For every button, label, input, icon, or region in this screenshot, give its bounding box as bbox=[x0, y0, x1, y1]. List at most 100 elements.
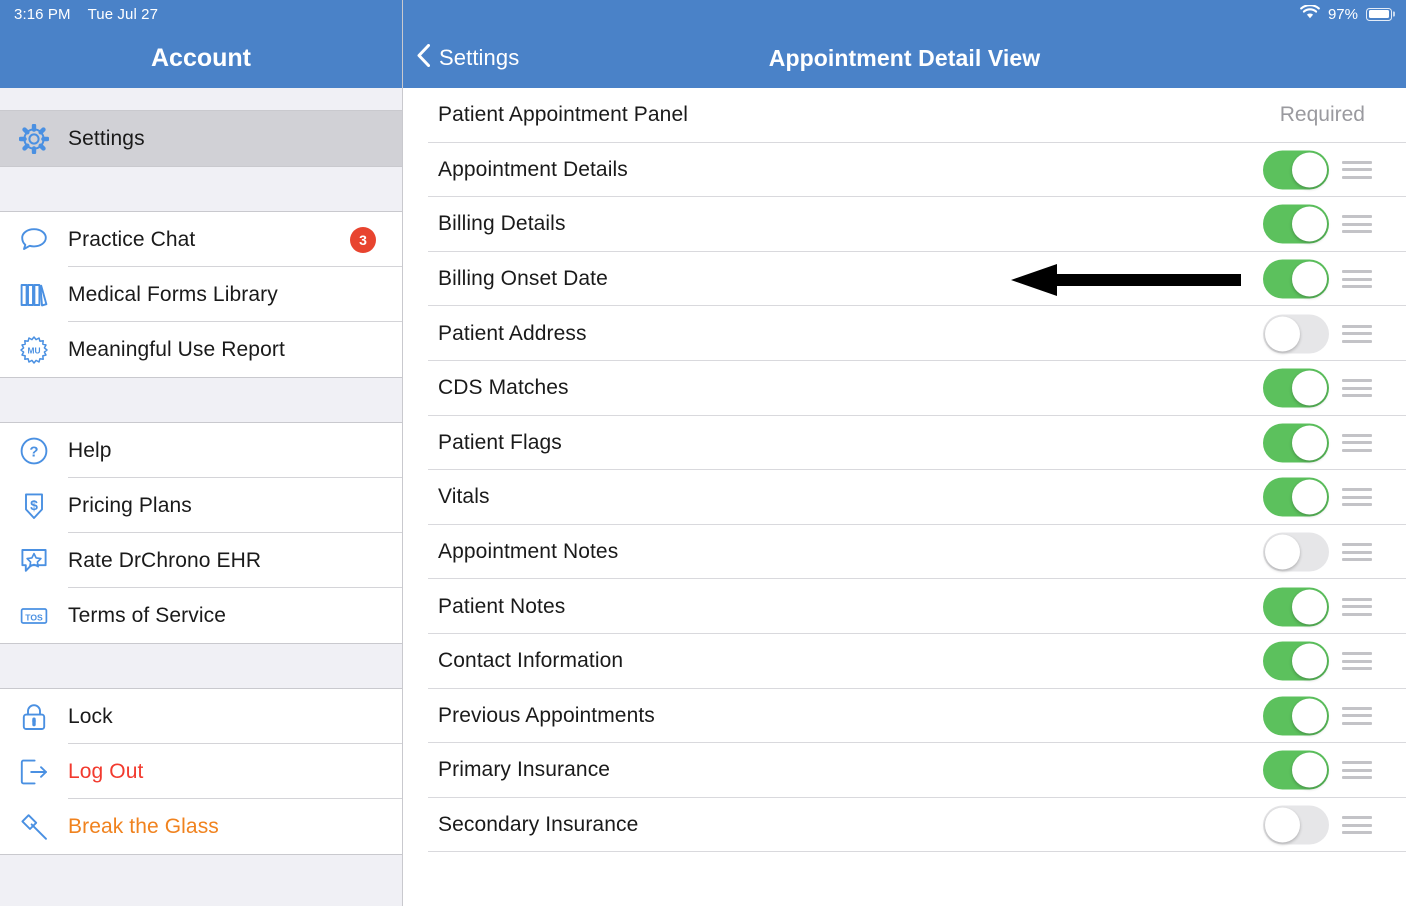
books-icon bbox=[14, 278, 54, 312]
toggle-switch-appointment-details[interactable] bbox=[1263, 150, 1329, 190]
drag-handle-primary-insurance[interactable] bbox=[1342, 761, 1372, 780]
toggle-switch-contact-information[interactable] bbox=[1263, 641, 1329, 681]
separator bbox=[428, 851, 1406, 853]
toggle-switch-billing-details[interactable] bbox=[1263, 204, 1329, 244]
sidebar-item-medical-forms-library[interactable]: Medical Forms Library bbox=[0, 267, 402, 322]
sidebar-gap bbox=[0, 167, 402, 211]
svg-text:TOS: TOS bbox=[25, 612, 43, 622]
list-row-billing-details[interactable]: Billing Details bbox=[403, 197, 1406, 252]
tos-icon: TOS bbox=[14, 599, 54, 633]
list-row-vitals[interactable]: Vitals bbox=[403, 470, 1406, 525]
toggle-switch-primary-insurance[interactable] bbox=[1263, 750, 1329, 790]
hammer-icon bbox=[14, 810, 54, 844]
battery-icon bbox=[1366, 7, 1392, 21]
sidebar-item-settings[interactable]: Settings bbox=[0, 111, 402, 166]
list-row-primary-insurance[interactable]: Primary Insurance bbox=[403, 743, 1406, 798]
ipad-split-view: 3:16 PM Tue Jul 27 Account Settings Prac… bbox=[0, 0, 1406, 906]
list-row-previous-appointments[interactable]: Previous Appointments bbox=[403, 688, 1406, 744]
drag-handle-patient-address[interactable] bbox=[1342, 324, 1372, 343]
toggle-switch-vitals[interactable] bbox=[1263, 477, 1329, 517]
sidebar-item-label: Log Out bbox=[68, 759, 144, 783]
sidebar-item-label: Meaningful Use Report bbox=[68, 337, 285, 361]
list-row-patient-flags[interactable]: Patient Flags bbox=[403, 415, 1406, 471]
svg-text:MU: MU bbox=[27, 345, 40, 355]
sidebar-item-label: Break the Glass bbox=[68, 814, 219, 838]
page-title: Appointment Detail View bbox=[768, 44, 1041, 71]
main-panel: 97% Settings Appointment Detail View Pat… bbox=[403, 0, 1406, 906]
sidebar-item-break-the-glass[interactable]: Break the Glass bbox=[0, 799, 402, 854]
sidebar-gap bbox=[0, 88, 402, 110]
drag-handle-secondary-insurance[interactable] bbox=[1342, 816, 1372, 835]
question-circle-icon: ? bbox=[14, 434, 54, 468]
sidebar-item-log-out[interactable]: Log Out bbox=[0, 744, 402, 799]
drag-handle-patient-notes[interactable] bbox=[1342, 597, 1372, 616]
sidebar-item-pricing-plans[interactable]: $ Pricing Plans bbox=[0, 478, 402, 533]
drag-handle-appointment-notes[interactable] bbox=[1342, 543, 1372, 562]
status-date: Tue Jul 27 bbox=[87, 5, 159, 23]
drag-handle-billing-details[interactable] bbox=[1342, 215, 1372, 234]
list-row-patient-notes[interactable]: Patient Notes bbox=[403, 579, 1406, 634]
drag-handle-appointment-details[interactable] bbox=[1342, 160, 1372, 179]
row-label: Appointment Notes bbox=[438, 540, 619, 564]
logout-arrow-icon bbox=[14, 755, 54, 789]
settings-list: Patient Appointment Panel Required Appoin… bbox=[403, 88, 1406, 853]
toggle-knob bbox=[1292, 589, 1327, 625]
required-label: Required bbox=[1279, 103, 1365, 127]
drag-handle-contact-information[interactable] bbox=[1342, 652, 1372, 671]
toggle-switch-billing-onset-date[interactable] bbox=[1263, 259, 1329, 299]
drag-handle-patient-flags[interactable] bbox=[1342, 433, 1372, 452]
toggle-knob bbox=[1292, 261, 1327, 297]
toggle-switch-patient-notes[interactable] bbox=[1263, 587, 1329, 627]
toggle-switch-previous-appointments[interactable] bbox=[1263, 696, 1329, 736]
sidebar-item-label: Pricing Plans bbox=[68, 493, 192, 517]
sidebar-item-meaningful-use-report[interactable]: MU Meaningful Use Report bbox=[0, 322, 402, 377]
sidebar-item-label: Medical Forms Library bbox=[68, 282, 278, 306]
row-label: Primary Insurance bbox=[438, 758, 611, 782]
chat-bubble-icon bbox=[14, 223, 54, 257]
toggle-switch-secondary-insurance[interactable] bbox=[1263, 805, 1329, 845]
status-time: 3:16 PM bbox=[14, 5, 71, 23]
lock-icon bbox=[14, 700, 54, 734]
list-row-billing-onset-date[interactable]: Billing Onset Date bbox=[403, 251, 1406, 307]
list-row-secondary-insurance[interactable]: Secondary Insurance bbox=[403, 797, 1406, 853]
row-label: CDS Matches bbox=[438, 376, 569, 400]
sidebar-item-label: Rate DrChrono EHR bbox=[68, 548, 262, 572]
sidebar-item-rate-drchrono-ehr[interactable]: Rate DrChrono EHR bbox=[0, 533, 402, 588]
row-label: Contact Information bbox=[438, 649, 624, 673]
toggle-switch-patient-address[interactable] bbox=[1263, 314, 1329, 354]
sidebar-footer-space bbox=[0, 855, 402, 897]
sidebar-gap bbox=[0, 644, 402, 688]
list-row-appointment-details[interactable]: Appointment Details bbox=[403, 142, 1406, 198]
row-label: Secondary Insurance bbox=[438, 813, 639, 837]
toggle-knob bbox=[1292, 643, 1327, 679]
row-label: Vitals bbox=[438, 485, 490, 509]
list-row-cds-matches[interactable]: CDS Matches bbox=[403, 360, 1406, 416]
toggle-switch-cds-matches[interactable] bbox=[1263, 368, 1329, 408]
drag-handle-billing-onset-date[interactable] bbox=[1342, 270, 1372, 289]
sidebar-title: Account bbox=[151, 43, 251, 72]
toggle-knob bbox=[1292, 752, 1327, 788]
sidebar-group: Settings bbox=[0, 110, 402, 167]
drag-handle-vitals[interactable] bbox=[1342, 488, 1372, 507]
list-row-contact-information[interactable]: Contact Information bbox=[403, 633, 1406, 689]
sidebar-item-lock[interactable]: Lock bbox=[0, 689, 402, 744]
toggle-knob bbox=[1265, 807, 1300, 843]
toggle-switch-appointment-notes[interactable] bbox=[1263, 532, 1329, 572]
unread-badge: 3 bbox=[350, 226, 376, 253]
sidebar-item-label: Terms of Service bbox=[68, 603, 226, 627]
sidebar-body: Settings Practice Chat 3 Medical Forms L… bbox=[0, 88, 402, 897]
sidebar-item-practice-chat[interactable]: Practice Chat 3 bbox=[0, 212, 402, 267]
sidebar-item-terms-of-service[interactable]: TOS Terms of Service bbox=[0, 588, 402, 643]
drag-handle-cds-matches[interactable] bbox=[1342, 379, 1372, 398]
sidebar-item-help[interactable]: ? Help bbox=[0, 423, 402, 478]
toggle-knob bbox=[1292, 425, 1327, 461]
toggle-switch-patient-flags[interactable] bbox=[1263, 423, 1329, 463]
toggle-knob bbox=[1265, 534, 1300, 570]
battery-percent: 97% bbox=[1327, 5, 1358, 23]
row-label: Billing Onset Date bbox=[438, 267, 608, 291]
sidebar-item-label: Help bbox=[68, 438, 112, 462]
list-row-patient-address[interactable]: Patient Address bbox=[403, 306, 1406, 361]
list-row-appointment-notes[interactable]: Appointment Notes bbox=[403, 524, 1406, 580]
drag-handle-previous-appointments[interactable] bbox=[1342, 706, 1372, 725]
list-row-patient-appointment-panel[interactable]: Patient Appointment Panel Required bbox=[403, 88, 1406, 143]
